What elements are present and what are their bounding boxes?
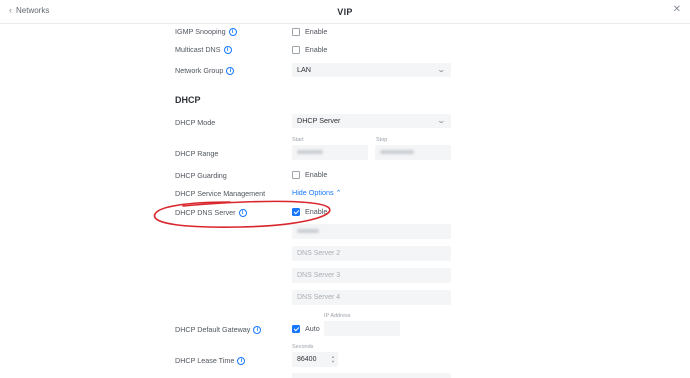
igmp-snooping-text: IGMP Snooping bbox=[175, 27, 226, 36]
lease-time-input[interactable]: 86400 ▲ ▼ bbox=[292, 352, 338, 367]
info-icon[interactable]: i bbox=[237, 356, 246, 365]
dhcp-mode-select[interactable]: DHCP Server ⌄ bbox=[292, 114, 451, 128]
dhcp-mode-label: DHCP Mode bbox=[175, 118, 215, 127]
network-group-value: LAN bbox=[297, 65, 311, 74]
network-group-select[interactable]: LAN ⌄ bbox=[292, 63, 451, 77]
hide-options-text: Hide Options bbox=[292, 188, 334, 197]
seconds-label: Seconds bbox=[292, 344, 314, 350]
info-icon[interactable]: i bbox=[226, 66, 235, 75]
checkbox-checked-icon[interactable] bbox=[292, 207, 300, 216]
checkbox-label: Enable bbox=[305, 170, 328, 179]
multicast-dns-checkbox[interactable]: Enable bbox=[292, 45, 327, 54]
redacted-value bbox=[297, 150, 323, 155]
igmp-snooping-checkbox[interactable]: Enable bbox=[292, 27, 327, 36]
stepper-icon[interactable]: ▲ ▼ bbox=[330, 354, 336, 365]
chevron-down-icon: ⌄ bbox=[436, 65, 447, 74]
range-start-input[interactable] bbox=[292, 145, 368, 160]
dns-server-3-input[interactable]: DNS Server 3 bbox=[292, 268, 451, 283]
dns-server-2-input[interactable]: DNS Server 2 bbox=[292, 246, 451, 261]
lease-time-value: 86400 bbox=[297, 356, 317, 363]
dhcp-guarding-text: DHCP Guarding bbox=[175, 171, 227, 180]
next-input[interactable] bbox=[292, 373, 451, 378]
dhcp-gateway-auto-checkbox[interactable]: Auto bbox=[292, 324, 320, 333]
checkbox-label: Auto bbox=[305, 324, 320, 333]
dhcp-mode-value: DHCP Server bbox=[297, 116, 341, 125]
info-icon[interactable]: i bbox=[238, 208, 247, 217]
dhcp-range-text: DHCP Range bbox=[175, 149, 219, 158]
multicast-dns-text: Multicast DNS bbox=[175, 45, 221, 54]
chevron-down-icon: ⌄ bbox=[436, 116, 447, 125]
network-group-text: Network Group bbox=[175, 66, 224, 75]
dhcp-lease-time-text: DHCP Lease Time bbox=[175, 356, 235, 365]
page-title: VIP bbox=[337, 7, 353, 17]
checkbox-icon[interactable] bbox=[292, 170, 300, 179]
dhcp-guarding-label: DHCP Guarding bbox=[175, 171, 227, 180]
dhcp-guarding-checkbox[interactable]: Enable bbox=[292, 170, 327, 179]
igmp-snooping-label: IGMP Snooping i bbox=[175, 27, 237, 36]
range-stop-input[interactable] bbox=[375, 145, 451, 160]
hide-options-link[interactable]: Hide Options ⌃ bbox=[292, 188, 341, 197]
dns-server-4-input[interactable]: DNS Server 4 bbox=[292, 290, 451, 305]
range-start-label: Start bbox=[292, 137, 304, 143]
dhcp-service-text: DHCP Service Management bbox=[175, 189, 266, 198]
checkbox-icon[interactable] bbox=[292, 27, 300, 36]
close-icon[interactable]: ✕ bbox=[673, 5, 681, 15]
dhcp-default-gateway-label: DHCP Default Gateway i bbox=[175, 325, 262, 334]
dhcp-dns-server-text: DHCP DNS Server bbox=[175, 208, 236, 217]
checkbox-label: Enable bbox=[305, 207, 328, 216]
gateway-ip-input[interactable] bbox=[324, 321, 400, 336]
redacted-value bbox=[297, 229, 319, 234]
redacted-value bbox=[380, 150, 414, 155]
info-icon[interactable]: i bbox=[223, 45, 232, 54]
chevron-up-icon: ⌃ bbox=[335, 189, 342, 197]
dhcp-service-label: DHCP Service Management bbox=[175, 189, 265, 198]
checkbox-label: Enable bbox=[305, 45, 328, 54]
range-stop-label: Stop bbox=[376, 137, 388, 143]
checkbox-checked-icon[interactable] bbox=[292, 324, 300, 333]
dns-server-1-input[interactable] bbox=[292, 224, 451, 239]
dhcp-lease-time-label: DHCP Lease Time i bbox=[175, 356, 246, 365]
checkbox-icon[interactable] bbox=[292, 45, 300, 54]
dhcp-default-gateway-text: DHCP Default Gateway bbox=[175, 325, 251, 334]
modal-header: ‹ Networks VIP ✕ bbox=[0, 0, 690, 24]
checkbox-label: Enable bbox=[305, 27, 328, 36]
dhcp-dns-server-checkbox[interactable]: Enable bbox=[292, 207, 327, 216]
dhcp-dns-server-label: DHCP DNS Server i bbox=[175, 208, 247, 217]
ip-address-label: IP Address bbox=[324, 313, 351, 319]
network-group-label: Network Group i bbox=[175, 66, 235, 75]
dhcp-mode-text: DHCP Mode bbox=[175, 118, 216, 127]
info-icon[interactable]: i bbox=[253, 325, 262, 334]
info-icon[interactable]: i bbox=[228, 27, 237, 36]
multicast-dns-label: Multicast DNS i bbox=[175, 45, 232, 54]
dhcp-range-label: DHCP Range bbox=[175, 149, 218, 158]
dhcp-section-title: DHCP bbox=[175, 95, 201, 105]
